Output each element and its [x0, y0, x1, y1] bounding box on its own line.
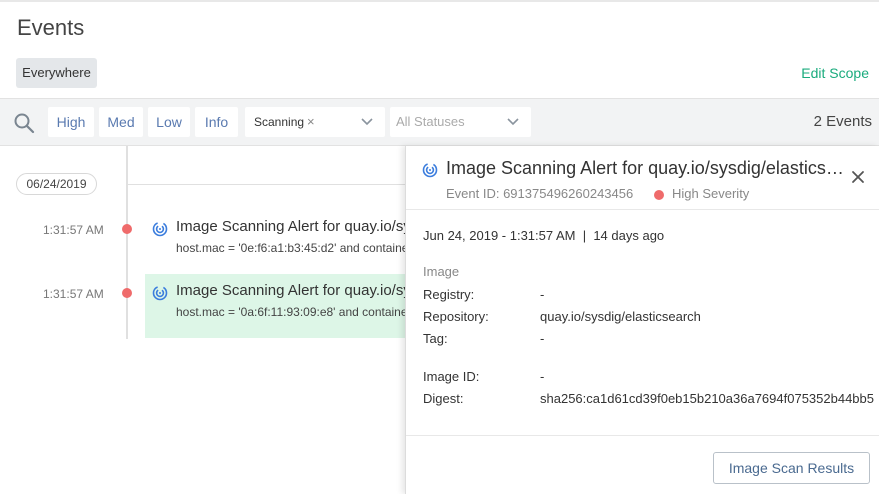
field-label: Digest: [423, 391, 464, 406]
field-label: Image ID: [423, 369, 480, 384]
top-border [0, 0, 879, 2]
severity-info-button[interactable]: Info [195, 107, 238, 137]
severity-med-button[interactable]: Med [99, 107, 143, 137]
event-title: Image Scanning Alert for quay.io/sysdig/… [176, 218, 407, 235]
severity-high-button[interactable]: High [48, 107, 94, 137]
event-type-select[interactable]: Scanning × [245, 107, 385, 137]
event-time: 1:31:57 AM [43, 223, 104, 237]
page-title: Events [17, 15, 85, 40]
event-row-selected[interactable]: Image Scanning Alert for quay.io/sysdig/… [145, 274, 407, 338]
detail-section-title: Image [423, 264, 460, 279]
divider [406, 209, 879, 210]
field-value: - [540, 287, 545, 302]
field-label: Registry: [423, 287, 475, 302]
edit-scope-link[interactable]: Edit Scope [801, 65, 869, 81]
detail-datetime: Jun 24, 2019 - 1:31:57 AM | 14 days ago [423, 228, 665, 243]
clear-type-icon[interactable]: × [307, 107, 315, 137]
filter-bar: High Med Low Info Scanning × All Statuse… [0, 98, 879, 146]
event-type-value: Scanning [254, 115, 305, 129]
timeline-line [126, 146, 128, 339]
field-value: - [540, 331, 545, 346]
field-label: Tag: [423, 331, 448, 346]
field-value: quay.io/sysdig/elasticsearch [540, 309, 701, 324]
detail-title: Image Scanning Alert for quay.io/sysdig/… [446, 158, 846, 178]
scanning-icon [152, 285, 168, 301]
scanning-icon [422, 162, 438, 178]
status-select[interactable]: All Statuses [390, 107, 531, 137]
image-scan-results-button[interactable]: Image Scan Results [713, 452, 870, 484]
date-badge: 06/24/2019 [16, 173, 97, 195]
event-count: 2 Events [813, 113, 872, 130]
field-value: - [540, 369, 545, 384]
event-title: Image Scanning Alert for quay.io/sysdig/… [176, 282, 407, 299]
detail-event-id: Event ID: 691375496260243456 [446, 186, 634, 201]
status-placeholder: All Statuses [396, 114, 465, 129]
severity-dot [122, 288, 132, 298]
event-subtitle: host.mac = '0a:6f:11:93:09:e8' and conta… [176, 305, 407, 319]
divider [406, 435, 879, 436]
event-detail-panel: Image Scanning Alert for quay.io/sysdig/… [405, 146, 879, 494]
severity-dot [654, 190, 664, 200]
close-icon[interactable] [851, 170, 865, 184]
field-label: Repository: [423, 309, 489, 324]
severity-low-button[interactable]: Low [148, 107, 190, 137]
event-time: 1:31:57 AM [43, 287, 104, 301]
detail-severity: High Severity [672, 186, 750, 201]
field-value: sha256:ca1d61cd39f0eb15b210a36a7694f0753… [540, 391, 874, 406]
scanning-icon [152, 221, 168, 237]
event-subtitle: host.mac = '0e:f6:a1:b3:45:d2' and conta… [176, 241, 407, 255]
date-divider [128, 184, 408, 185]
chevron-down-icon[interactable] [361, 118, 373, 126]
scope-chip[interactable]: Everywhere [16, 58, 97, 88]
chevron-down-icon[interactable] [507, 118, 519, 126]
event-row[interactable]: Image Scanning Alert for quay.io/sysdig/… [145, 210, 407, 274]
severity-dot [122, 224, 132, 234]
search-icon[interactable] [13, 112, 35, 134]
